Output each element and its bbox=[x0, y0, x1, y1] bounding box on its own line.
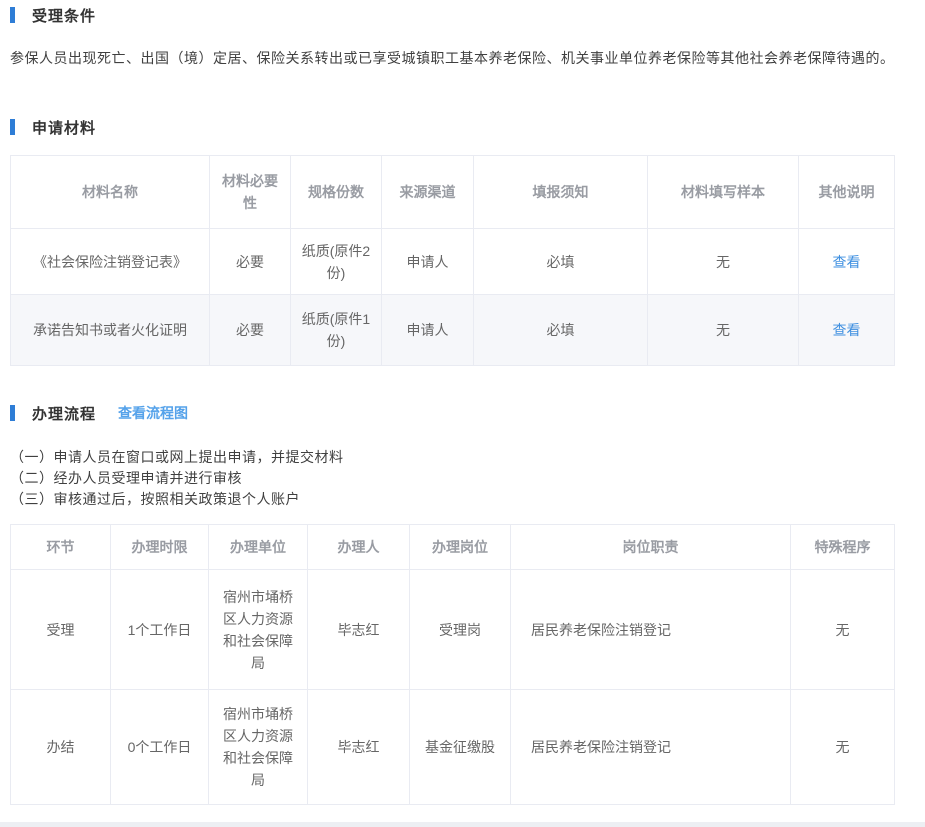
section-title-process: 办理流程 bbox=[32, 403, 96, 424]
cell-sample: 无 bbox=[648, 229, 799, 295]
cell-step: 办结 bbox=[11, 690, 111, 805]
column-header-handler: 办理人 bbox=[308, 525, 410, 570]
cell-handler: 毕志红 bbox=[308, 690, 410, 805]
cell-spec: 纸质(原件1份) bbox=[291, 295, 382, 366]
flowchart-link[interactable]: 查看流程图 bbox=[118, 403, 188, 423]
cell-unit: 宿州市埇桥区人力资源和社会保障局 bbox=[209, 570, 308, 690]
section-header-conditions: 受理条件 bbox=[10, 6, 904, 24]
process-step: （三）审核通过后，按照相关政策退个人账户 bbox=[10, 489, 904, 510]
view-link[interactable]: 查看 bbox=[833, 254, 861, 270]
cell-post: 受理岗 bbox=[410, 570, 511, 690]
cell-time-limit: 0个工作日 bbox=[111, 690, 209, 805]
column-header-source: 来源渠道 bbox=[382, 156, 474, 229]
column-header-necessity: 材料必要性 bbox=[210, 156, 291, 229]
cell-other: 查看 bbox=[799, 229, 895, 295]
materials-header-row: 材料名称 材料必要性 规格份数 来源渠道 填报须知 材料填写样本 其他说明 bbox=[11, 156, 895, 229]
column-header-step: 环节 bbox=[11, 525, 111, 570]
column-header-special: 特殊程序 bbox=[791, 525, 895, 570]
cell-material-name: 承诺告知书或者火化证明 bbox=[11, 295, 210, 366]
page-bottom-edge bbox=[0, 822, 925, 827]
process-steps: （一）申请人员在窗口或网上提出申请，并提交材料 （二）经办人员受理申请并进行审核… bbox=[10, 447, 904, 510]
process-step: （二）经办人员受理申请并进行审核 bbox=[10, 468, 904, 489]
column-header-sample: 材料填写样本 bbox=[648, 156, 799, 229]
cell-sample: 无 bbox=[648, 295, 799, 366]
cell-notice: 必填 bbox=[474, 295, 648, 366]
column-header-notice: 填报须知 bbox=[474, 156, 648, 229]
table-row: 承诺告知书或者火化证明 必要 纸质(原件1份) 申请人 必填 无 查看 bbox=[11, 295, 895, 366]
cell-special: 无 bbox=[791, 690, 895, 805]
column-header-post: 办理岗位 bbox=[410, 525, 511, 570]
materials-table: 材料名称 材料必要性 规格份数 来源渠道 填报须知 材料填写样本 其他说明 《社… bbox=[10, 155, 895, 366]
cell-unit: 宿州市埇桥区人力资源和社会保障局 bbox=[209, 690, 308, 805]
section-accent-bar bbox=[10, 7, 15, 23]
column-header-unit: 办理单位 bbox=[209, 525, 308, 570]
cell-necessity: 必要 bbox=[210, 229, 291, 295]
column-header-duty: 岗位职责 bbox=[511, 525, 791, 570]
cell-spec: 纸质(原件2份) bbox=[291, 229, 382, 295]
process-header-row: 环节 办理时限 办理单位 办理人 办理岗位 岗位职责 特殊程序 bbox=[11, 525, 895, 570]
cell-notice: 必填 bbox=[474, 229, 648, 295]
view-link[interactable]: 查看 bbox=[833, 322, 861, 338]
cell-duty: 居民养老保险注销登记 bbox=[511, 570, 791, 690]
cell-duty: 居民养老保险注销登记 bbox=[511, 690, 791, 805]
cell-necessity: 必要 bbox=[210, 295, 291, 366]
conditions-text: 参保人员出现死亡、出国（境）定居、保险关系转出或已享受城镇职工基本养老保险、机关… bbox=[10, 48, 904, 68]
cell-special: 无 bbox=[791, 570, 895, 690]
cell-source: 申请人 bbox=[382, 295, 474, 366]
column-header-other: 其他说明 bbox=[799, 156, 895, 229]
column-header-material-name: 材料名称 bbox=[11, 156, 210, 229]
section-header-process: 办理流程 查看流程图 bbox=[10, 404, 904, 422]
section-accent-bar bbox=[10, 405, 15, 421]
service-detail-page: 受理条件 参保人员出现死亡、出国（境）定居、保险关系转出或已享受城镇职工基本养老… bbox=[0, 6, 904, 805]
table-row: 办结 0个工作日 宿州市埇桥区人力资源和社会保障局 毕志红 基金征缴股 居民养老… bbox=[11, 690, 895, 805]
cell-handler: 毕志红 bbox=[308, 570, 410, 690]
cell-post: 基金征缴股 bbox=[410, 690, 511, 805]
section-title-conditions: 受理条件 bbox=[32, 5, 96, 26]
cell-time-limit: 1个工作日 bbox=[111, 570, 209, 690]
cell-source: 申请人 bbox=[382, 229, 474, 295]
section-accent-bar bbox=[10, 119, 15, 135]
process-table: 环节 办理时限 办理单位 办理人 办理岗位 岗位职责 特殊程序 受理 1个工作日… bbox=[10, 524, 895, 805]
process-step: （一）申请人员在窗口或网上提出申请，并提交材料 bbox=[10, 447, 904, 468]
cell-material-name: 《社会保险注销登记表》 bbox=[11, 229, 210, 295]
cell-step: 受理 bbox=[11, 570, 111, 690]
section-header-materials: 申请材料 bbox=[10, 118, 904, 136]
section-title-materials: 申请材料 bbox=[32, 117, 96, 138]
table-row: 《社会保险注销登记表》 必要 纸质(原件2份) 申请人 必填 无 查看 bbox=[11, 229, 895, 295]
column-header-spec: 规格份数 bbox=[291, 156, 382, 229]
column-header-time-limit: 办理时限 bbox=[111, 525, 209, 570]
cell-other: 查看 bbox=[799, 295, 895, 366]
table-row: 受理 1个工作日 宿州市埇桥区人力资源和社会保障局 毕志红 受理岗 居民养老保险… bbox=[11, 570, 895, 690]
